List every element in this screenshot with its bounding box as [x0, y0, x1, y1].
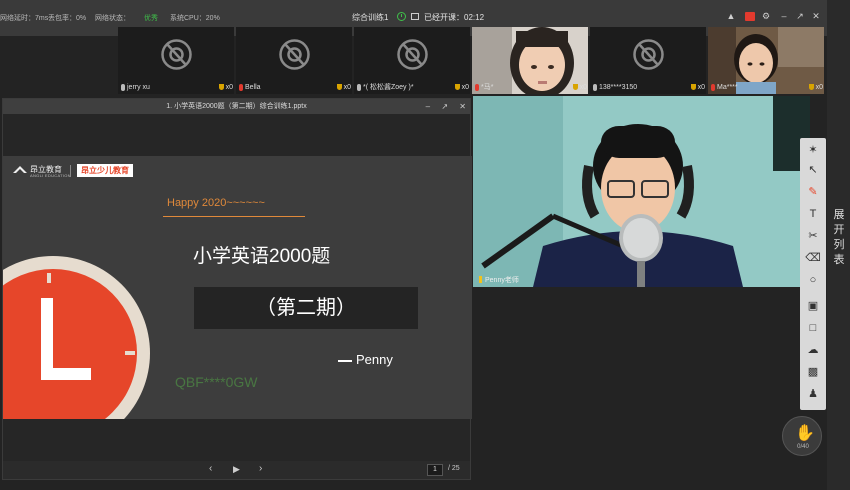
network-label: 网络状态： [95, 15, 130, 22]
class-status-icon [411, 13, 419, 20]
trophy-count: x0 [343, 84, 351, 91]
brand-logo-icon [13, 166, 27, 173]
student-name: Bella [245, 84, 261, 91]
maximize-button[interactable]: ↗ [794, 10, 806, 22]
maximize-button[interactable]: ↗ [441, 102, 448, 111]
brand-badge: 昂立少儿教育 [77, 164, 133, 177]
magic-wand-icon[interactable]: ✶ [805, 142, 821, 158]
teacher-video-feed [473, 96, 810, 287]
trophy-count: x0 [815, 84, 823, 91]
expand-list-button[interactable]: 展开列表 [833, 208, 845, 268]
watermark: QBF****0GW [175, 374, 258, 390]
mic-icon [121, 84, 125, 91]
student-name: 138****3150 [599, 84, 638, 91]
page-number-input[interactable]: 1 [427, 464, 443, 476]
teacher-name: Penny老师 [479, 275, 519, 285]
student-name: Ma**** [717, 84, 738, 91]
slide-title: 小学英语2000题 [193, 246, 331, 267]
trophy-count: x0 [697, 84, 705, 91]
eraser-icon[interactable]: ○ [805, 272, 821, 288]
teacher-video[interactable]: Penny老师 [473, 96, 810, 287]
next-slide-button[interactable]: › [259, 463, 262, 474]
trophy-count: x0 [225, 84, 233, 91]
ppt-window-controls: – ↗ ✕ [417, 99, 466, 114]
classroom-app: 网络延时：7ms 丢包率：0% 网络状态： 优秀 系统CPU：20% 综合训练1… [0, 0, 850, 490]
camera-off-icon [161, 39, 192, 70]
slide-author: Penny [338, 352, 393, 367]
pen-icon[interactable]: ✎ [805, 184, 821, 200]
close-button[interactable]: ✕ [459, 102, 466, 111]
student-tile[interactable]: Ma**** x0 [708, 27, 824, 94]
text-icon[interactable]: T [805, 206, 821, 222]
close-button[interactable]: ✕ [810, 10, 822, 22]
scissors-icon[interactable]: ✂ [805, 228, 821, 244]
slide-subtitle: （第二期） [194, 287, 418, 329]
latency-stat: 网络延时：7ms [0, 15, 49, 22]
ppt-window: 1. 小学英语2000题（第二期）综合训练1.pptx – ↗ ✕ 昂立教育 A… [2, 98, 472, 480]
hand-raise-button[interactable]: ✋ 0/40 [782, 416, 822, 456]
logo-divider [70, 165, 71, 177]
trophy-icon [809, 84, 814, 90]
packet-loss-stat: 丢包率：0% [48, 15, 87, 22]
clock-decoration-icon [3, 256, 150, 419]
hand-icon: ✋ [795, 425, 815, 442]
trophy-icon [573, 84, 578, 90]
class-timer: 已经开课：02:12 [424, 13, 485, 22]
users-icon[interactable]: ♟ [805, 386, 821, 402]
trash-icon[interactable]: ⌫ [805, 250, 821, 266]
slide-greeting: Happy 2020~~~~~~ [167, 197, 265, 209]
pointer-icon[interactable]: ↖ [805, 162, 821, 178]
student-tile[interactable]: *马* x0 [472, 27, 588, 94]
student-tile[interactable]: Bella x0 [236, 27, 352, 94]
mic-muted-icon [711, 84, 715, 91]
image-icon[interactable]: ▣ [805, 298, 821, 314]
brand-logo-subtext: ANGLI EDUCATION [30, 173, 71, 178]
student-name: *马* [481, 84, 494, 91]
student-tile[interactable]: 138****3150 x0 [590, 27, 706, 94]
trophy-icon [337, 84, 342, 90]
bell-icon[interactable]: ▲ [725, 10, 737, 22]
trophy-icon [219, 84, 224, 90]
trophy-icon [455, 84, 460, 90]
student-tile[interactable]: *( 松松酱Zoey )* x0 [354, 27, 470, 94]
mic-icon [593, 84, 597, 91]
student-name: jerry xu [127, 84, 150, 91]
slide-navigation: ‹ ▶ › 1 / 25 [3, 461, 470, 479]
slide-canvas[interactable]: 昂立教育 ANGLI EDUCATION 昂立少儿教育 Happy 2020~~… [3, 156, 472, 419]
minimize-button[interactable]: – [426, 102, 430, 111]
student-video-strip: jerry xu x0 Bella x0 *( 松松酱Zoey )* x0 *马… [118, 27, 826, 94]
mic-muted-icon [475, 84, 479, 91]
cloud-icon[interactable]: ☁ [805, 342, 821, 358]
trophy-count: x0 [579, 84, 587, 91]
cpu-stat: 系统CPU：20% [170, 15, 220, 22]
gear-icon[interactable]: ⚙ [760, 10, 772, 22]
mic-icon [357, 84, 361, 91]
toolbox-icon[interactable]: ▩ [805, 364, 821, 380]
camera-off-icon [279, 39, 310, 70]
camera-off-icon [633, 39, 664, 70]
page-total: / 25 [448, 465, 460, 472]
student-name: *( 松松酱Zoey )* [363, 84, 414, 91]
lesson-name: 综合训练1 [352, 13, 389, 22]
mic-muted-icon [239, 84, 243, 91]
ppt-title-bar[interactable]: 1. 小学英语2000题（第二期）综合训练1.pptx [3, 99, 470, 114]
message-icon[interactable] [745, 12, 755, 21]
greeting-underline [163, 216, 305, 217]
hand-raise-count: 0/40 [797, 444, 809, 450]
prev-slide-button[interactable]: ‹ [209, 463, 212, 474]
network-status-value: 优秀 [144, 15, 158, 22]
camera-off-icon [397, 39, 428, 70]
clock-icon [397, 12, 406, 21]
trophy-icon [691, 84, 696, 90]
chat-icon[interactable]: □ [805, 320, 821, 336]
play-button[interactable]: ▶ [233, 464, 240, 475]
whiteboard-toolbar: ✶ ↖ ✎ T ✂ ⌫ ○ ▣ □ ☁ ▩ ♟ [800, 138, 826, 410]
student-tile[interactable]: jerry xu x0 [118, 27, 234, 94]
trophy-count: x0 [461, 84, 469, 91]
minimize-button[interactable]: – [778, 10, 790, 22]
